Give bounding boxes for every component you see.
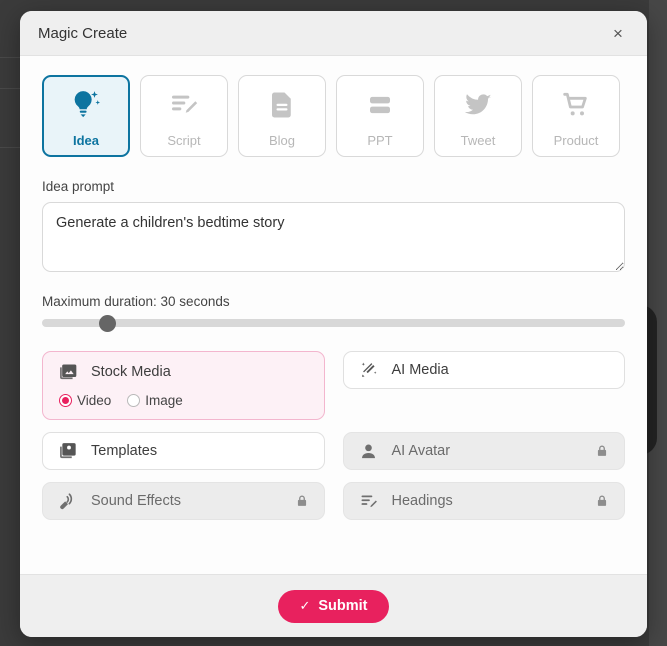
check-icon: ✓ [299, 598, 311, 613]
tab-label: Idea [72, 132, 99, 148]
dialog-header: Magic Create × [20, 11, 647, 56]
duration-label: Maximum duration: 30 seconds [42, 294, 230, 309]
option-label: Templates [91, 443, 158, 459]
lock-icon [594, 493, 610, 509]
option-templates[interactable]: Templates [42, 432, 325, 470]
submit-label: Submit [318, 598, 368, 614]
magic-create-dialog: Magic Create × Idea Script Blog PPT Twee… [20, 11, 647, 637]
lightbulb-sparkle-icon [69, 85, 103, 125]
tab-label: Script [167, 132, 201, 148]
radio-indicator [59, 394, 72, 407]
media-options-grid: Stock Media Video Image AI Media Templat… [42, 351, 625, 520]
document-icon [267, 85, 297, 125]
tab-label: Tweet [460, 132, 496, 148]
idea-prompt-input[interactable] [42, 202, 625, 272]
tab-idea[interactable]: Idea [42, 75, 130, 157]
duration-slider[interactable] [42, 319, 625, 327]
tab-ppt[interactable]: PPT [336, 75, 424, 157]
tab-script[interactable]: Script [140, 75, 228, 157]
page-title: Magic Create [38, 24, 128, 42]
image-stack-icon [57, 361, 79, 383]
twitter-bird-icon [462, 85, 494, 125]
dialog-body: Idea Script Blog PPT Tweet Product Idea … [20, 56, 647, 574]
radio-indicator [127, 394, 141, 407]
option-stock-media[interactable]: Stock Media Video Image [42, 351, 325, 420]
dialog-footer: ✓ Submit [20, 574, 647, 637]
tab-label: Product [553, 132, 599, 148]
close-icon[interactable]: × [605, 20, 631, 46]
templates-icon [57, 440, 79, 462]
radio-image[interactable]: Image [127, 393, 183, 408]
option-label: Sound Effects [91, 493, 182, 509]
stock-media-type-radios: Video Image [57, 393, 310, 408]
lock-icon [294, 493, 310, 509]
stock-media-header: Stock Media [57, 361, 310, 383]
sound-wave-icon [57, 490, 79, 512]
tab-label: Blog [268, 132, 296, 148]
tab-blog[interactable]: Blog [238, 75, 326, 157]
person-icon [358, 440, 380, 462]
script-edit-icon [168, 85, 200, 125]
radio-label: Image [145, 393, 183, 408]
shopping-cart-icon [560, 85, 592, 125]
lock-icon [594, 443, 610, 459]
option-label: AI Avatar [391, 443, 451, 459]
option-ai-media[interactable]: AI Media [342, 351, 625, 389]
option-sound-effects[interactable]: Sound Effects [42, 482, 325, 520]
tab-tweet[interactable]: Tweet [434, 75, 522, 157]
option-label: Stock Media [91, 364, 171, 380]
option-headings[interactable]: Headings [342, 482, 625, 520]
magic-wand-icon [358, 359, 380, 381]
submit-button[interactable]: ✓ Submit [278, 589, 389, 623]
radio-video[interactable]: Video [59, 393, 111, 408]
option-label: AI Media [391, 362, 449, 378]
radio-label: Video [77, 393, 112, 408]
duration-block: Maximum duration: 30 seconds [42, 294, 625, 327]
prompt-label: Idea prompt [42, 179, 115, 194]
slides-icon [365, 85, 395, 125]
tab-product[interactable]: Product [532, 75, 620, 157]
option-ai-avatar[interactable]: AI Avatar [342, 432, 625, 470]
content-type-tabs: Idea Script Blog PPT Tweet Product [42, 75, 625, 157]
option-label: Headings [391, 493, 453, 509]
headings-edit-icon [358, 490, 380, 512]
tab-label: PPT [367, 132, 393, 148]
